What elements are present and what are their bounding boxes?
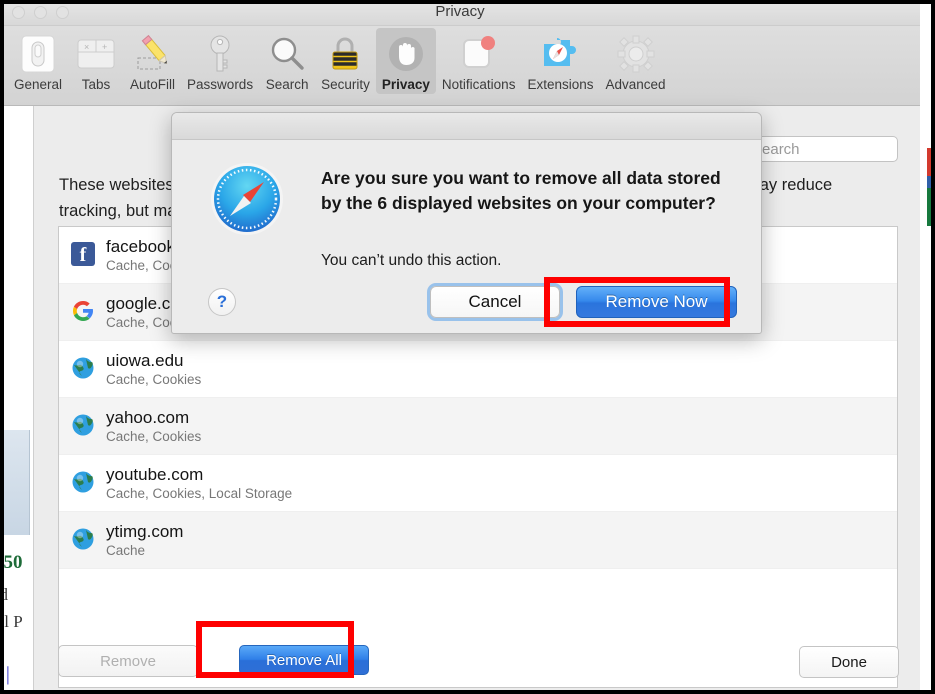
window-title: Privacy bbox=[435, 3, 485, 20]
website-domain: uiowa.edu bbox=[106, 351, 184, 370]
hand-icon bbox=[384, 32, 428, 76]
globe-favicon bbox=[71, 470, 97, 496]
toolbar-label-tabs: Tabs bbox=[81, 77, 111, 92]
gear-icon bbox=[614, 32, 658, 76]
window-titlebar: Privacy bbox=[0, 0, 920, 26]
google-favicon bbox=[71, 299, 97, 325]
toolbar-item-tabs[interactable]: × + Tabs bbox=[68, 28, 124, 94]
done-button[interactable]: Done bbox=[799, 646, 899, 678]
toolbar-item-general[interactable]: General bbox=[8, 28, 68, 94]
svg-text:+: + bbox=[102, 42, 107, 52]
dialog-headline: Are you sure you want to remove all data… bbox=[321, 168, 721, 213]
toolbar-item-autofill[interactable]: AutoFill bbox=[124, 28, 181, 94]
search-input[interactable]: Search bbox=[743, 136, 898, 162]
toolbar-label-passwords: Passwords bbox=[187, 77, 254, 92]
toolbar-label-advanced: Advanced bbox=[605, 77, 666, 92]
help-button[interactable]: ? bbox=[208, 288, 236, 316]
toolbar-item-extensions[interactable]: Extensions bbox=[521, 28, 599, 94]
toolbar-label-general: General bbox=[14, 77, 63, 92]
table-row[interactable]: uiowa.edu Cache, Cookies bbox=[59, 341, 897, 398]
svg-text:×: × bbox=[84, 42, 89, 52]
table-row[interactable]: ytimg.com Cache bbox=[59, 512, 897, 569]
globe-favicon bbox=[71, 356, 97, 382]
website-details: Cache bbox=[106, 543, 146, 558]
cancel-button[interactable]: Cancel bbox=[430, 286, 560, 318]
website-details: Cache, Cookies bbox=[106, 429, 202, 444]
toolbar-item-advanced[interactable]: Advanced bbox=[600, 28, 672, 94]
magnifier-icon bbox=[265, 32, 309, 76]
website-domain: ytimg.com bbox=[106, 522, 184, 541]
toolbar-item-search[interactable]: Search bbox=[259, 28, 315, 94]
puzzle-icon bbox=[538, 32, 582, 76]
toolbar-label-security: Security bbox=[321, 77, 370, 92]
lock-icon bbox=[323, 32, 367, 76]
globe-favicon bbox=[71, 413, 97, 439]
dialog-subtext: You can’t undo this action. bbox=[321, 252, 502, 269]
website-details: Cache, Cookies, Local Storage bbox=[106, 486, 293, 501]
toolbar-label-search: Search bbox=[265, 77, 309, 92]
toolbar-label-extensions: Extensions bbox=[527, 77, 594, 92]
pane-footer: Remove Remove All Done bbox=[34, 634, 921, 694]
website-domain: yahoo.com bbox=[106, 408, 190, 427]
toolbar-label-privacy: Privacy bbox=[381, 77, 430, 92]
facebook-favicon: f bbox=[71, 242, 97, 268]
table-row[interactable]: youtube.com Cache, Cookies, Local Storag… bbox=[59, 455, 897, 512]
tabs-icon: × + bbox=[74, 32, 118, 76]
table-row[interactable]: yahoo.com Cache, Cookies bbox=[59, 398, 897, 455]
safari-preferences-window: Privacy General × + Tabs AutoFill Passwo… bbox=[0, 0, 935, 694]
remove-now-button-highlight bbox=[544, 277, 730, 327]
website-details: Cache, Cookies bbox=[106, 372, 202, 387]
remove-button[interactable]: Remove bbox=[58, 645, 198, 677]
toolbar-label-notifications: Notifications bbox=[441, 77, 516, 92]
website-domain: youtube.com bbox=[106, 465, 204, 484]
remove-all-button-highlight bbox=[196, 621, 354, 678]
toolbar-label-autofill: AutoFill bbox=[130, 77, 176, 92]
toolbar-item-passwords[interactable]: Passwords bbox=[181, 28, 259, 94]
preferences-toolbar: General × + Tabs AutoFill Passwords Sear… bbox=[0, 26, 920, 106]
key-icon bbox=[198, 32, 242, 76]
screenshot-root: 050 ad all P e | Privacy General bbox=[0, 0, 935, 694]
toolbar-item-notifications[interactable]: Notifications bbox=[436, 28, 522, 94]
toolbar-item-privacy[interactable]: Privacy bbox=[375, 28, 436, 94]
globe-favicon bbox=[71, 527, 97, 553]
autofill-icon bbox=[131, 32, 175, 76]
toolbar-item-security[interactable]: Security bbox=[315, 28, 376, 94]
safari-compass-icon bbox=[209, 161, 285, 237]
notification-icon bbox=[457, 32, 501, 76]
general-icon bbox=[16, 32, 60, 76]
dialog-titlebar bbox=[172, 113, 761, 140]
